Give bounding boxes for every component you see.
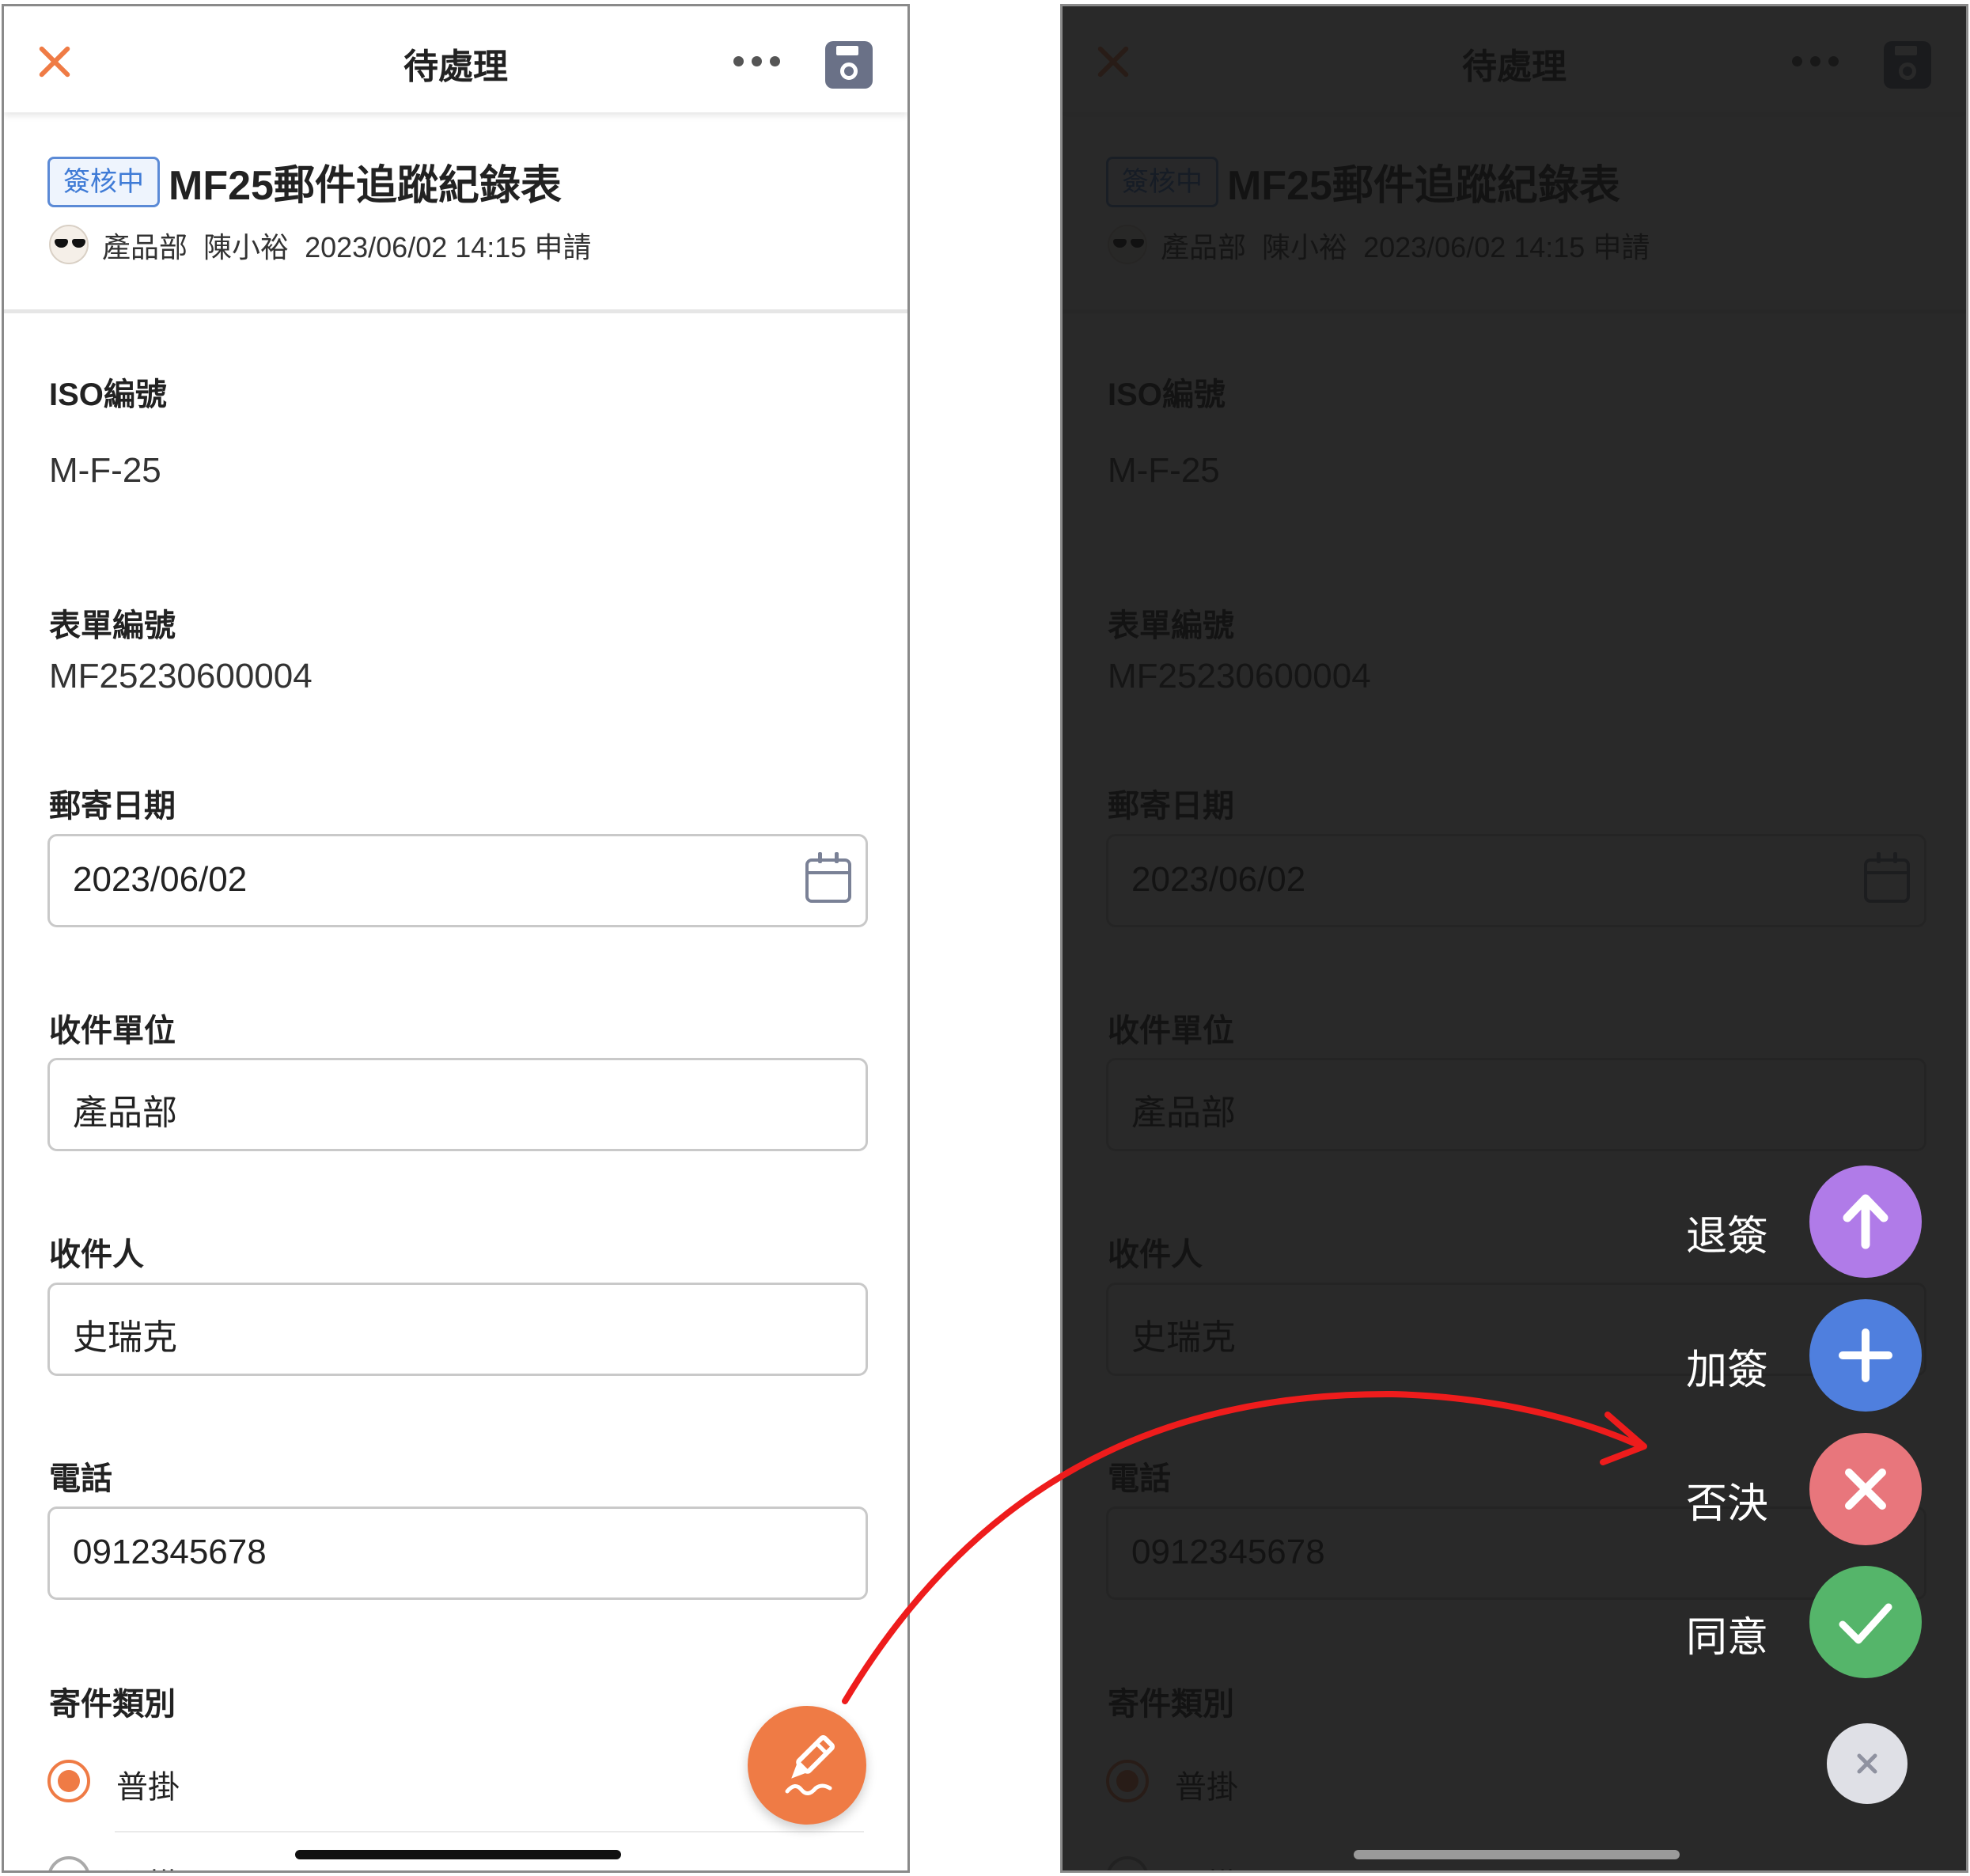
recipient-unit-value: 產品部 — [73, 1093, 177, 1132]
iso-value: M-F-25 — [49, 451, 161, 490]
applicant-meta: 產品部 陳小裕 2023/06/02 14:15 申請 — [102, 225, 591, 266]
applied-datetime: 2023/06/02 14:15 — [305, 231, 527, 263]
home-indicator — [1354, 1850, 1680, 1859]
plus-icon — [1839, 1328, 1892, 1382]
mail-date-label: 郵寄日期 — [49, 789, 176, 824]
return-button[interactable] — [1809, 1165, 1922, 1278]
form-title: MF25郵件追蹤紀錄表 — [169, 163, 562, 209]
sign-action-button[interactable] — [748, 1706, 866, 1825]
recipient-value: 史瑞克 — [73, 1318, 177, 1357]
phone-field[interactable]: 0912345678 — [47, 1506, 868, 1600]
calendar-icon[interactable] — [805, 852, 851, 903]
arrow-up-icon — [1843, 1194, 1889, 1249]
recipient-unit-field[interactable]: 產品部 — [47, 1058, 868, 1151]
radio-express-registered[interactable] — [47, 1856, 90, 1870]
close-menu-button[interactable] — [1827, 1723, 1907, 1804]
recipient-field[interactable]: 史瑞克 — [47, 1283, 868, 1376]
form-summary: 簽核中 MF25郵件追蹤紀錄表 產品部 陳小裕 2023/06/02 14:15… — [4, 112, 907, 313]
radio-regular-registered[interactable] — [47, 1760, 90, 1802]
radio-label-regular: 普掛 — [116, 1770, 180, 1805]
radio-divider — [115, 1831, 864, 1832]
return-label: 退簽 — [1686, 1214, 1769, 1260]
add-sign-button[interactable] — [1809, 1299, 1922, 1412]
form-screen-action-menu: 待處理 簽核中 MF25郵件追蹤紀錄表 產品部 陳小裕 2023/06/02 1… — [1060, 4, 1968, 1873]
signature-pen-icon — [785, 1735, 835, 1795]
approve-label: 同意 — [1686, 1615, 1769, 1661]
applied-action: 申請 — [534, 231, 592, 263]
reject-label: 否決 — [1686, 1481, 1769, 1527]
x-icon — [1845, 1469, 1886, 1510]
status-badge: 簽核中 — [47, 157, 160, 207]
iso-label: ISO編號 — [49, 377, 167, 412]
applicant-department: 產品部 — [102, 231, 188, 263]
reject-button[interactable] — [1809, 1433, 1922, 1545]
more-icon[interactable] — [733, 56, 781, 67]
applicant-name: 陳小裕 — [203, 231, 290, 263]
check-icon — [1839, 1603, 1892, 1644]
mail-date-field[interactable]: 2023/06/02 — [47, 834, 868, 927]
mail-date-value: 2023/06/02 — [73, 860, 248, 899]
phone-value: 0912345678 — [73, 1533, 267, 1571]
app-header: 待處理 — [4, 6, 907, 112]
form-no-label: 表單編號 — [49, 608, 176, 643]
close-icon — [1857, 1753, 1877, 1774]
phone-label: 電話 — [49, 1461, 112, 1496]
radio-label-express: 限掛 — [116, 1859, 180, 1870]
form-no-value: MF25230600004 — [49, 657, 313, 695]
home-indicator — [295, 1850, 621, 1859]
avatar — [49, 225, 89, 264]
save-icon[interactable] — [825, 41, 873, 89]
approve-button[interactable] — [1809, 1566, 1922, 1678]
mail-type-label: 寄件類別 — [49, 1687, 176, 1722]
form-screen: 待處理 簽核中 MF25郵件追蹤紀錄表 產品部 陳小裕 2023/06/02 1… — [2, 4, 910, 1873]
recipient-label: 收件人 — [49, 1237, 144, 1272]
add-sign-label: 加簽 — [1686, 1347, 1769, 1393]
recipient-unit-label: 收件單位 — [49, 1014, 176, 1048]
